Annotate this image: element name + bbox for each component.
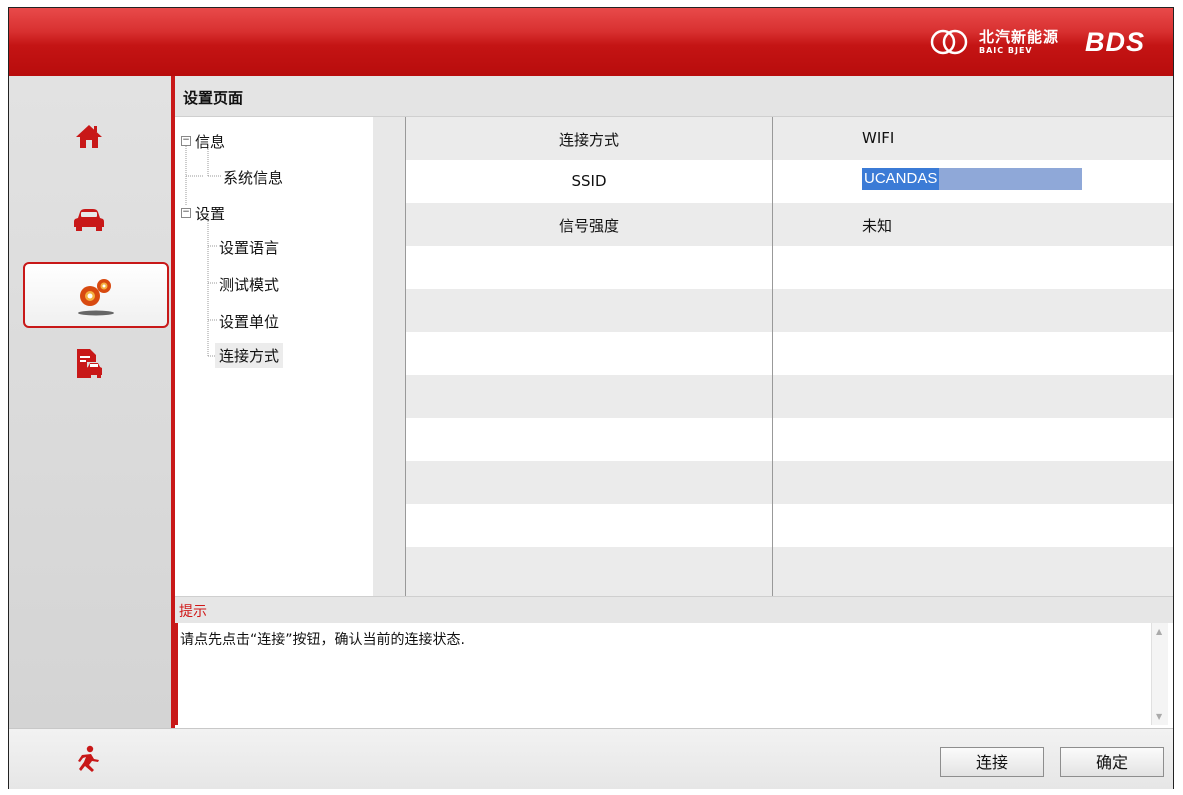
column-divider <box>772 117 773 596</box>
hint-header: 提示 <box>175 596 1173 623</box>
page-title-bar: 设置页面 <box>175 76 1173 117</box>
row-label-signal: 信号强度 <box>558 217 619 235</box>
car-icon <box>74 209 104 231</box>
home-icon <box>76 125 102 148</box>
settings-grid: 连接方式 WIFI SSID UCANDAS 信号强度 未知 <box>405 117 1173 596</box>
connect-button[interactable]: 连接 <box>940 747 1044 777</box>
hint-scrollbar[interactable]: ▲ ▼ <box>1151 623 1168 725</box>
sidebar-item-home[interactable] <box>23 106 155 166</box>
scroll-up-icon[interactable]: ▲ <box>1156 627 1162 636</box>
settings-tree: − 信息 系统信息 − 设置 设置语言 测试模式 设置单位 连接方式 <box>175 117 373 596</box>
grid-row <box>406 375 1173 418</box>
confirm-button[interactable]: 确定 <box>1060 747 1164 777</box>
page-title: 设置页面 <box>183 89 244 107</box>
brand-text: 北汽新能源 BAIC BJEV <box>978 27 1059 55</box>
hint-text: 请点先点击“连接”按钮，确认当前的连接状态. <box>180 632 465 648</box>
title-bar: 北汽新能源 BAIC BJEV BDS <box>9 8 1173 76</box>
row-label-connection: 连接方式 <box>558 131 619 149</box>
sidebar-item-reports[interactable] <box>23 334 155 394</box>
grid-row <box>406 504 1173 547</box>
sidebar <box>9 76 175 728</box>
running-man-exit-icon <box>78 745 99 772</box>
tree-node-settings[interactable]: 设置 <box>195 203 225 224</box>
grid-row <box>406 289 1173 332</box>
brand: 北汽新能源 BAIC BJEV BDS <box>929 24 1145 60</box>
tree-node-system-info[interactable]: 系统信息 <box>223 167 283 188</box>
scroll-down-icon[interactable]: ▼ <box>1156 712 1162 721</box>
tree-node-test-mode[interactable]: 测试模式 <box>219 274 279 295</box>
exit-button[interactable] <box>69 743 105 775</box>
settings-gears-icon <box>78 279 114 316</box>
row-label-ssid: SSID <box>571 172 607 190</box>
tree-node-language[interactable]: 设置语言 <box>219 237 279 258</box>
grid-row: SSID UCANDAS <box>406 160 1173 203</box>
main-content: 设置页面 − 信息 系统信息 − 设置 设置语言 测试模式 设置单位 连接方式 <box>175 76 1173 728</box>
collapse-info-icon[interactable]: − <box>181 136 191 146</box>
grid-row <box>406 547 1173 596</box>
grid-row <box>406 332 1173 375</box>
product-name: BDS <box>1084 26 1145 57</box>
baic-logo-icon <box>930 29 968 55</box>
grid-row <box>406 246 1173 289</box>
brand-name-en: BAIC BJEV <box>978 45 1033 55</box>
row-value-connection: WIFI <box>862 129 895 147</box>
brand-name-cn: 北汽新能源 <box>978 27 1059 46</box>
row-value-signal: 未知 <box>862 217 893 235</box>
tree-node-info[interactable]: 信息 <box>195 131 225 152</box>
app-window: 北汽新能源 BAIC BJEV BDS 设置页面 − 信息 系统信息 − 设置 … <box>8 7 1174 789</box>
collapse-settings-icon[interactable]: − <box>181 208 191 218</box>
sidebar-item-settings[interactable] <box>23 262 169 328</box>
hint-box: 请点先点击“连接”按钮，确认当前的连接状态. ▲ ▼ <box>175 623 1172 725</box>
grid-row: 信号强度 未知 <box>406 203 1173 246</box>
grid-row <box>406 418 1173 461</box>
report-car-icon <box>77 349 102 378</box>
ssid-value: UCANDAS <box>862 168 940 190</box>
tree-scrollbar[interactable] <box>373 117 405 596</box>
bottom-bar: 连接 确定 <box>9 728 1173 789</box>
tree-node-units[interactable]: 设置单位 <box>219 311 279 332</box>
hint-title: 提示 <box>179 604 207 620</box>
tree-node-connection[interactable]: 连接方式 <box>215 343 284 368</box>
sidebar-item-vehicle[interactable] <box>23 190 155 250</box>
grid-row <box>406 461 1173 504</box>
ssid-input[interactable]: UCANDAS <box>862 168 1082 190</box>
grid-row: 连接方式 WIFI <box>406 117 1173 160</box>
